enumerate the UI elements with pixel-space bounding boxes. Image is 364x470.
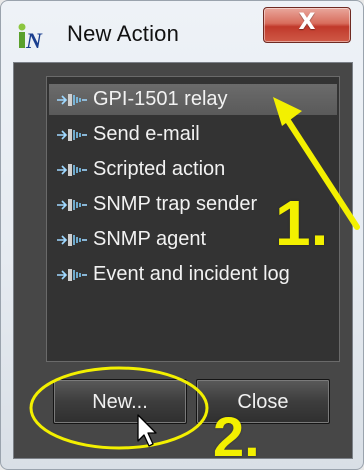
list-item[interactable]: Event and incident log bbox=[49, 259, 337, 290]
close-icon: X bbox=[298, 10, 316, 35]
new-button-label: New... bbox=[92, 391, 148, 413]
dialog-body: GPI-1501 relay Send e-mail Scripted acti… bbox=[13, 62, 353, 459]
new-button[interactable]: New... bbox=[53, 379, 187, 424]
step-two-label: 2. bbox=[213, 405, 260, 468]
action-connector-icon bbox=[57, 94, 87, 106]
list-item-label: Scripted action bbox=[93, 158, 226, 180]
new-action-window: N New Action X GPI-1501 relay Send e-mai… bbox=[0, 0, 364, 470]
window-close-button[interactable]: X bbox=[263, 7, 351, 43]
svg-text:N: N bbox=[25, 28, 43, 51]
title-bar[interactable]: N New Action X bbox=[1, 1, 363, 61]
window-title: New Action bbox=[67, 21, 180, 46]
list-item-label: GPI-1501 relay bbox=[93, 88, 228, 110]
list-item-label: Send e-mail bbox=[93, 123, 200, 145]
action-connector-icon bbox=[57, 129, 87, 141]
step-one-label: 1. bbox=[275, 187, 329, 259]
list-item[interactable]: Send e-mail bbox=[49, 119, 337, 150]
list-item-label: Event and incident log bbox=[93, 263, 290, 285]
inet-logo-icon: N bbox=[18, 23, 43, 51]
action-connector-icon bbox=[57, 269, 87, 281]
list-item-label: SNMP agent bbox=[93, 228, 207, 250]
action-connector-icon bbox=[57, 234, 87, 246]
action-connector-icon bbox=[57, 164, 87, 176]
list-item-label: SNMP trap sender bbox=[93, 193, 258, 215]
list-item[interactable]: GPI-1501 relay bbox=[49, 84, 337, 115]
list-item[interactable]: Scripted action bbox=[49, 154, 337, 185]
action-connector-icon bbox=[57, 199, 87, 211]
